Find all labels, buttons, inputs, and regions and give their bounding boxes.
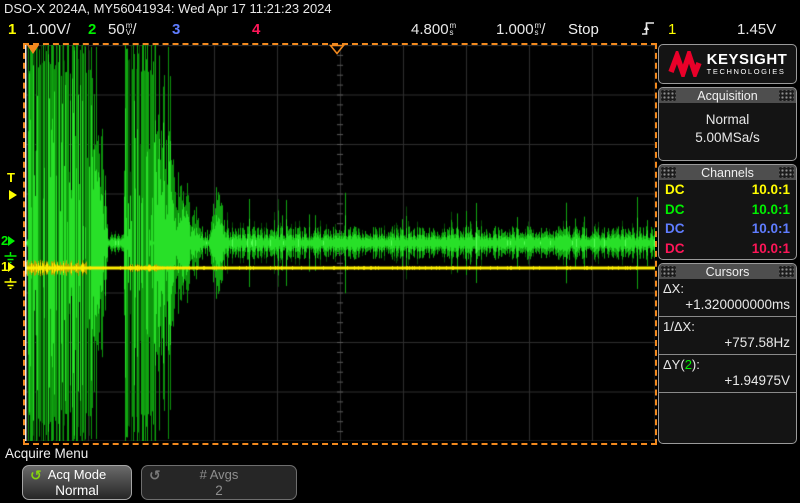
cursor-dx: ΔX: +1.320000000ms [659, 279, 796, 317]
run-state-badge: Stop [568, 21, 599, 38]
status-ch2-scale[interactable]: 50mV/ [108, 21, 137, 38]
waveform-display [25, 45, 655, 441]
channel-row-4: DC 10.0:1 [659, 239, 796, 259]
channel-row-3: DC 10.0:1 [659, 219, 796, 239]
time-reference-marker [27, 45, 39, 54]
channel-row-2: DC 10.0:1 [659, 200, 796, 220]
cursor-dy-channel: 2 [685, 357, 692, 372]
acquisition-mode: Normal [659, 111, 796, 129]
ground-icon [3, 278, 18, 289]
cursors-panel-header: Cursors [659, 264, 796, 279]
trigger-source: 1 [668, 21, 676, 38]
num-avgs-button[interactable]: ↺ # Avgs 2 [141, 465, 297, 500]
brand-sub: TECHNOLOGIES [707, 67, 788, 76]
grip-icon [779, 266, 794, 277]
grip-icon [779, 90, 794, 101]
grip-icon [661, 266, 676, 277]
cursor-inv-dx: 1/ΔX: +757.58Hz [659, 317, 796, 355]
instrument-title: DSO-X 2024A, MY56041934: Wed Apr 17 11:2… [4, 1, 332, 16]
cursor-dy: ΔY(2): +1.94975V [659, 355, 796, 393]
channel1-ground-marker[interactable]: 1 [0, 258, 25, 294]
grip-icon [779, 167, 794, 178]
status-ch4-number[interactable]: 4 [252, 21, 260, 38]
status-ch3-number[interactable]: 3 [172, 21, 180, 38]
brand-name: KEYSIGHT [707, 52, 788, 67]
status-bar: 1 1.00V/ 2 50mV/ 3 4 4.800ms 1.000ms/ St… [0, 17, 800, 43]
cursors-panel: Cursors ΔX: +1.320000000ms 1/ΔX: +757.58… [658, 263, 797, 444]
grip-icon [661, 90, 676, 101]
status-ch2-number[interactable]: 2 [88, 21, 96, 38]
cycle-icon: ↺ [30, 468, 42, 484]
acquisition-panel-header: Acquisition [659, 88, 796, 103]
trigger-level: 1.45V [737, 21, 776, 38]
trigger-edge-icon [641, 20, 655, 41]
status-ch1-scale[interactable]: 1.00V/ [27, 21, 70, 38]
status-ch1-number[interactable]: 1 [8, 21, 16, 38]
channels-panel: Channels DC 10.0:1 DC 10.0:1 DC 10.0:1 D… [658, 164, 797, 260]
trigger-position-marker [329, 44, 345, 55]
cycle-icon: ↺ [149, 468, 161, 484]
trigger-level-marker[interactable]: T [0, 172, 25, 204]
channel-row-1: DC 10.0:1 [659, 180, 796, 200]
keysight-logo: KEYSIGHT TECHNOLOGIES [658, 44, 797, 84]
acquisition-panel: Acquisition Normal 5.00MSa/s [658, 87, 797, 161]
delay-readout: 4.800ms [411, 21, 456, 38]
channels-panel-header: Channels [659, 165, 796, 180]
sidebar: KEYSIGHT TECHNOLOGIES Acquisition Normal… [658, 44, 797, 447]
timebase-readout: 1.000ms/ [496, 21, 545, 38]
grip-icon [661, 167, 676, 178]
title-bar: DSO-X 2024A, MY56041934: Wed Apr 17 11:2… [0, 0, 800, 17]
sample-rate: 5.00MSa/s [659, 129, 796, 147]
acq-mode-button[interactable]: ↺ Acq Mode Normal [22, 465, 132, 500]
softkey-menu-title: Acquire Menu [5, 446, 88, 461]
keysight-mark-icon [668, 51, 702, 77]
